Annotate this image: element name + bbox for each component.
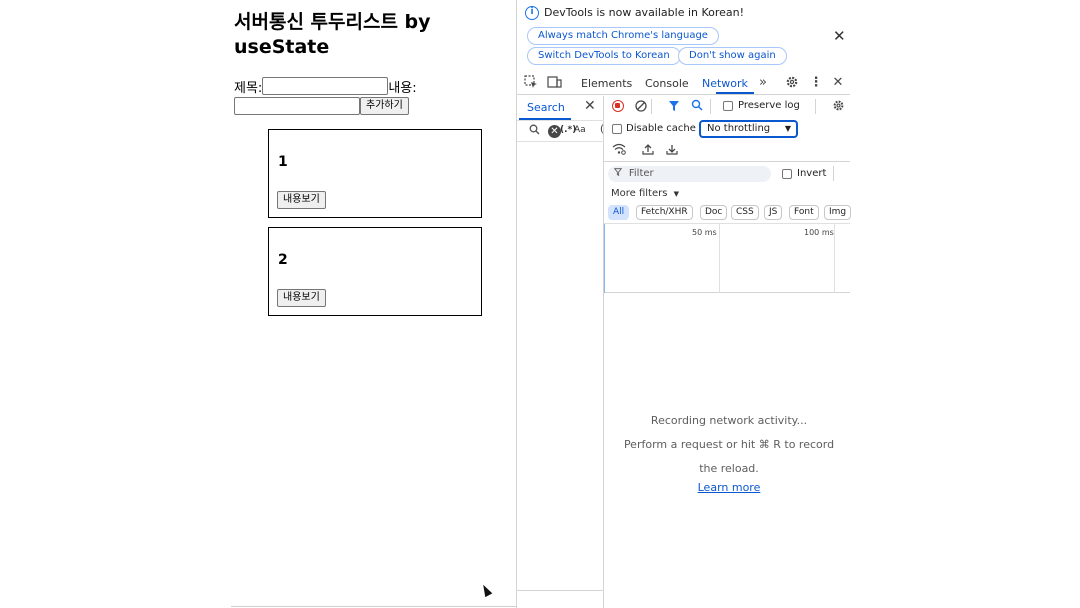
- timeline-overview[interactable]: 50 ms 100 ms: [604, 223, 850, 293]
- type-filter-font[interactable]: Font: [789, 205, 819, 220]
- close-devtools-icon[interactable]: ✕: [830, 75, 846, 91]
- network-toolbar-row: Preserve log: [604, 96, 850, 118]
- todo-form-row-2: 추가하기: [234, 96, 409, 115]
- tab-elements[interactable]: Elements: [581, 77, 632, 90]
- invert-checkbox[interactable]: [782, 169, 792, 179]
- tab-console[interactable]: Console: [645, 77, 689, 90]
- empty-state-line-1: Recording network activity...: [650, 414, 808, 427]
- learn-more-link[interactable]: Learn more: [604, 481, 854, 494]
- web-page: 서버통신 투두리스트 by useState 제목: 내용: 추가하기 1 내용…: [231, 0, 517, 608]
- page-title: 서버통신 투두리스트 by useState: [234, 11, 431, 58]
- close-search-icon[interactable]: ✕: [584, 98, 596, 114]
- more-filters-button[interactable]: More filters ▼: [611, 188, 679, 199]
- active-tab-indicator: [716, 92, 754, 94]
- filter-funnel-icon[interactable]: [668, 100, 680, 115]
- disable-cache-checkbox[interactable]: [612, 124, 622, 134]
- preserve-log-checkbox[interactable]: [723, 101, 733, 111]
- funnel-icon: [613, 168, 625, 179]
- switch-language-button[interactable]: Switch DevTools to Korean: [527, 47, 681, 65]
- filter-input[interactable]: Filter: [608, 166, 771, 182]
- title-label: 제목:: [234, 80, 263, 96]
- search-options-row: ✕ (.*) Aa (: [517, 120, 604, 142]
- type-filter-fetch-xhr[interactable]: Fetch/XHR: [636, 205, 693, 220]
- caret-down-icon: ▼: [673, 190, 680, 198]
- invert-label: Invert: [797, 168, 827, 179]
- network-panel: Preserve log Disable cache No throttling…: [604, 96, 852, 608]
- timeline-start-marker: [604, 224, 605, 293]
- preserve-log-label: Preserve log: [738, 100, 800, 111]
- title-input[interactable]: [262, 77, 389, 95]
- match-case-toggle[interactable]: Aa: [574, 125, 586, 135]
- export-har-icon[interactable]: [666, 143, 678, 158]
- empty-state-line-3: the reload.: [699, 462, 759, 475]
- timeline-label: 100 ms: [804, 228, 834, 237]
- content-label: 내용:: [388, 80, 417, 96]
- content-input[interactable]: [234, 96, 360, 115]
- search-network-icon[interactable]: [691, 99, 703, 114]
- tab-network[interactable]: Network: [702, 77, 748, 90]
- network-toolbar-row-3: [604, 140, 850, 162]
- match-language-button[interactable]: Always match Chrome's language: [527, 27, 719, 45]
- search-pane-bottom: [517, 590, 604, 591]
- type-filter-all[interactable]: All: [608, 205, 630, 220]
- view-content-button[interactable]: 내용보기: [277, 191, 326, 209]
- settings-gear-icon[interactable]: [784, 75, 800, 91]
- devtools-main-toolbar: Elements Console Network » ⋮ ✕: [517, 72, 850, 95]
- search-tab[interactable]: Search: [527, 101, 565, 114]
- chevron-down-icon: ▼: [784, 124, 791, 133]
- type-filter-doc[interactable]: Doc: [700, 205, 728, 220]
- todo-title: 1: [278, 154, 288, 170]
- timeline-gridline: [834, 224, 835, 293]
- todo-card: 1 내용보기: [268, 129, 482, 218]
- dont-show-again-button[interactable]: Don't show again: [678, 47, 787, 65]
- throttling-value: No throttling: [707, 123, 771, 134]
- search-pane: Search ✕ ✕ (.*) Aa (: [517, 96, 604, 608]
- type-filter-img[interactable]: Img: [824, 205, 852, 220]
- record-stop-icon[interactable]: [612, 100, 624, 112]
- todo-form-row: 제목: 내용:: [234, 77, 417, 96]
- disable-cache-label: Disable cache: [626, 123, 696, 134]
- add-button[interactable]: 추가하기: [360, 96, 409, 115]
- todo-title: 2: [278, 252, 288, 268]
- more-filters-label: More filters: [611, 188, 668, 199]
- timeline-label: 50 ms: [692, 228, 717, 237]
- close-icon[interactable]: ✕: [833, 27, 846, 45]
- throttling-select[interactable]: No throttling ▼: [699, 120, 798, 138]
- todo-card: 2 내용보기: [268, 227, 482, 316]
- network-settings-gear-icon[interactable]: [832, 99, 845, 115]
- language-infobar: i DevTools is now available in Korean! A…: [517, 0, 850, 72]
- infobar-message: DevTools is now available in Korean!: [544, 6, 745, 19]
- type-filter-js[interactable]: JS: [764, 205, 783, 220]
- timeline-gridline: [719, 224, 720, 293]
- more-tabs-icon[interactable]: »: [755, 75, 771, 91]
- search-icon: [529, 124, 540, 138]
- kebab-menu-icon[interactable]: ⋮: [808, 75, 824, 91]
- network-conditions-icon[interactable]: [612, 143, 626, 158]
- devtools-panel: i DevTools is now available in Korean! A…: [516, 0, 852, 608]
- device-toolbar-icon[interactable]: [546, 75, 562, 91]
- type-filter-css[interactable]: CSS: [731, 205, 759, 220]
- empty-state-line-2: Perform a request or hit ⌘ R to record: [623, 438, 835, 451]
- view-content-button[interactable]: 내용보기: [277, 289, 326, 307]
- inspect-element-icon[interactable]: [523, 75, 539, 91]
- filter-placeholder: Filter: [628, 168, 654, 179]
- clear-log-icon[interactable]: [635, 100, 647, 115]
- import-har-icon[interactable]: [642, 143, 654, 158]
- info-icon: i: [525, 6, 539, 20]
